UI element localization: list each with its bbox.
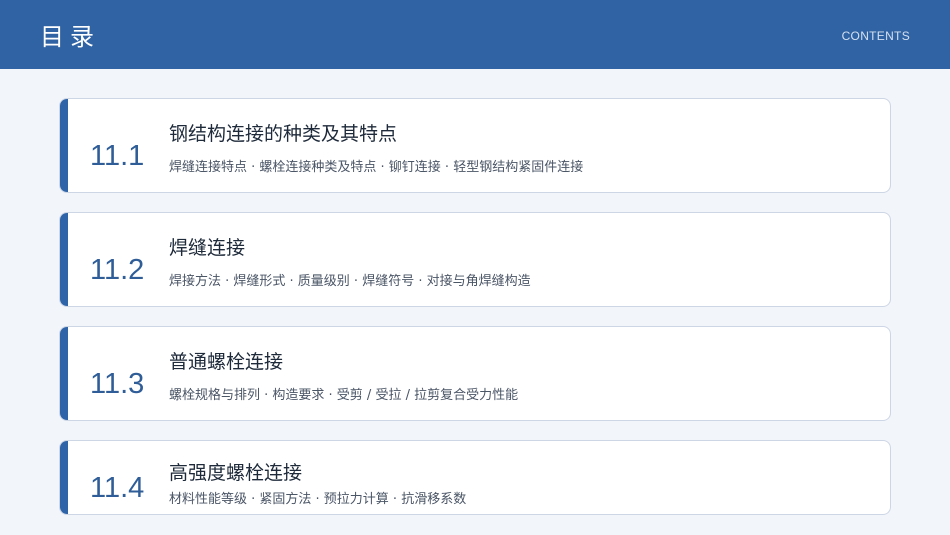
page-title: 目录 [40,23,100,51]
section-description: 螺栓规格与排列 · 构造要求 · 受剪 / 受拉 / 拉剪复合受力性能 [169,388,519,403]
page-subtitle: CONTENTS [841,29,910,43]
card-accent-bar [60,213,68,306]
toc-item-11-4[interactable]: 11.4 高强度螺栓连接 材料性能等级 · 紧固方法 · 预拉力计算 · 抗滑移… [59,440,891,515]
section-title: 普通螺栓连接 [169,351,284,373]
section-title: 高强度螺栓连接 [169,462,303,484]
card-accent-bar [60,441,68,514]
section-title: 焊缝连接 [169,237,246,259]
section-description: 焊接方法 · 焊缝形式 · 质量级别 · 焊缝符号 · 对接与角焊缝构造 [169,274,531,289]
section-number: 11.2 [90,254,145,286]
card-accent-bar [60,327,68,420]
section-number: 11.4 [90,472,145,504]
section-title: 钢结构连接的种类及其特点 [169,123,398,145]
toc-item-11-1[interactable]: 11.1 钢结构连接的种类及其特点 焊缝连接特点 · 螺栓连接种类及特点 · 铆… [59,98,891,193]
toc-item-11-2[interactable]: 11.2 焊缝连接 焊接方法 · 焊缝形式 · 质量级别 · 焊缝符号 · 对接… [59,212,891,307]
section-number: 11.1 [90,140,145,172]
toc-item-11-3[interactable]: 11.3 普通螺栓连接 螺栓规格与排列 · 构造要求 · 受剪 / 受拉 / 拉… [59,326,891,421]
section-number: 11.3 [90,368,145,400]
card-accent-bar [60,99,68,192]
section-description: 材料性能等级 · 紧固方法 · 预拉力计算 · 抗滑移系数 [169,492,467,507]
section-description: 焊缝连接特点 · 螺栓连接种类及特点 · 铆钉连接 · 轻型钢结构紧固件连接 [169,160,584,175]
header-bar: 目录 CONTENTS [0,0,950,69]
